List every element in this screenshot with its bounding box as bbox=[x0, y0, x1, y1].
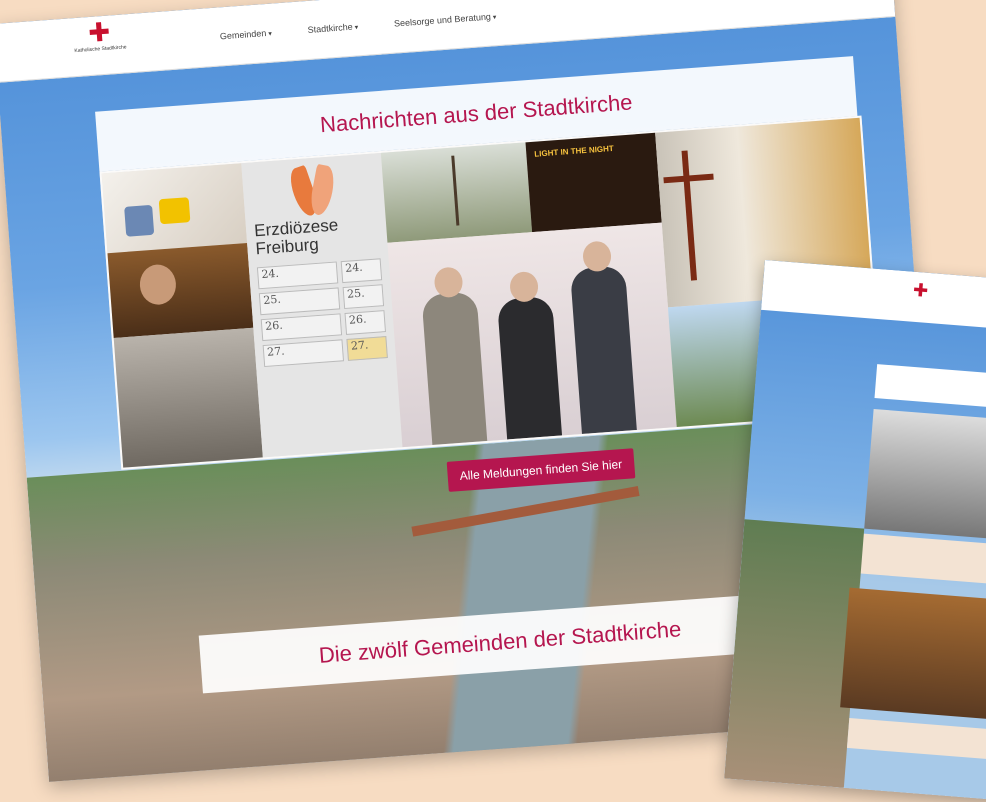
calendar-cell: 26. bbox=[344, 310, 386, 335]
news-tile-erzdioezese[interactable]: Erzdiözese Freiburg 24. 24. 25. 25. 26. … bbox=[241, 152, 403, 458]
gemeinden-title: Die zwölf Gemeinden der Stadtkirche bbox=[317, 616, 683, 668]
news-tile-light-in-the-night[interactable]: LIGHT IN THE NIGHT bbox=[525, 132, 662, 233]
light-in-the-night-text: LIGHT IN THE NIGHT bbox=[534, 143, 615, 159]
mobile-screenshot: ✚ bbox=[724, 260, 986, 802]
calendar-cell: 25. bbox=[258, 287, 341, 316]
news-tile-office[interactable] bbox=[101, 163, 248, 254]
calendar-grid: 24. 24. 25. 25. 26. 26. 27. 27. bbox=[256, 258, 392, 371]
mobile-city-image bbox=[724, 519, 865, 788]
calendar-cell: 24. bbox=[340, 258, 383, 284]
person bbox=[496, 295, 563, 440]
cross-icon: ✚ bbox=[87, 17, 112, 50]
mobile-caption-box bbox=[846, 718, 986, 761]
chevron-down-icon: ▾ bbox=[492, 14, 497, 22]
nav-item-gemeinden[interactable]: Gemeinden▾ bbox=[220, 28, 273, 41]
mobile-photo-interior[interactable] bbox=[840, 587, 986, 723]
mobile-caption-box bbox=[855, 533, 986, 589]
logo-text: Katholische Stadtkirche bbox=[74, 44, 127, 55]
mobile-navbar: ✚ bbox=[761, 260, 986, 334]
mobile-header-band bbox=[874, 364, 986, 414]
news-title: Nachrichten aus der Stadtkirche bbox=[319, 89, 634, 138]
mobile-photo-church[interactable] bbox=[864, 408, 986, 545]
calendar-cell: 27. bbox=[262, 339, 345, 368]
erzdioezese-text: Erzdiözese Freiburg bbox=[253, 215, 339, 259]
news-tile-priest[interactable] bbox=[107, 242, 254, 339]
chevron-down-icon: ▾ bbox=[354, 24, 359, 32]
main-nav: Gemeinden▾ Stadtkirche▾ Seelsorge und Be… bbox=[220, 11, 497, 42]
news-tile-crucifix-tree[interactable] bbox=[380, 142, 533, 243]
calendar-cell: 27. bbox=[346, 336, 388, 361]
person bbox=[569, 265, 637, 434]
chevron-down-icon: ▾ bbox=[268, 30, 273, 38]
news-tile-children[interactable] bbox=[113, 327, 263, 468]
site-logo[interactable]: ✚ Katholische Stadtkirche bbox=[68, 17, 132, 72]
calendar-cell: 24. bbox=[256, 261, 339, 290]
erzdioezese-logo bbox=[285, 163, 341, 223]
nav-item-stadtkirche[interactable]: Stadtkirche▾ bbox=[307, 21, 358, 35]
calendar-cell: 25. bbox=[342, 284, 385, 310]
person bbox=[421, 291, 488, 445]
calendar-cell: 26. bbox=[260, 313, 343, 342]
nav-item-seelsorge[interactable]: Seelsorge und Beratung▾ bbox=[394, 11, 497, 29]
news-tile-three-men[interactable] bbox=[387, 222, 677, 448]
cross-icon: ✚ bbox=[912, 279, 929, 302]
